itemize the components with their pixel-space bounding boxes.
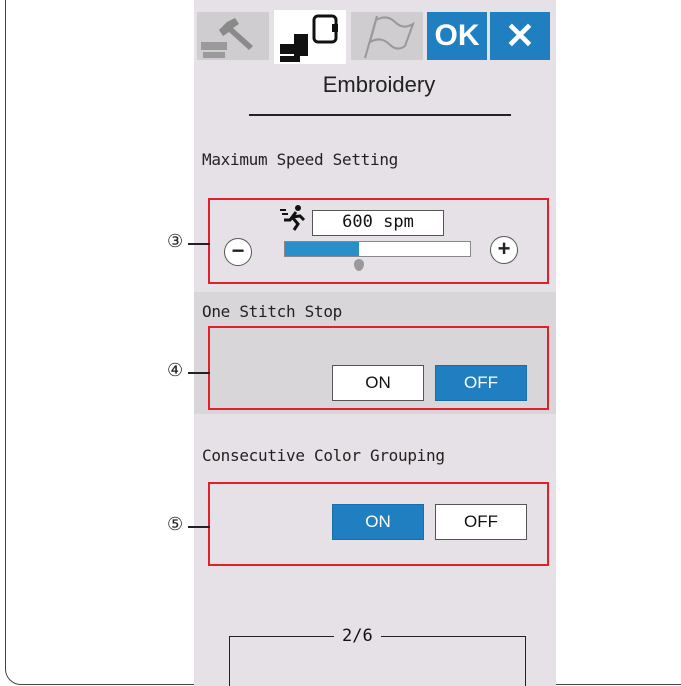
one-stitch-off-button[interactable]: OFF bbox=[435, 365, 527, 401]
color-grouping-on-button[interactable]: ON bbox=[332, 504, 424, 540]
page-title: Embroidery bbox=[322, 72, 436, 97]
callout-5-leader bbox=[188, 526, 210, 528]
wrench-machine-icon bbox=[201, 18, 253, 58]
speed-minus-button[interactable]: − bbox=[224, 238, 252, 266]
tab-language-flag[interactable] bbox=[351, 12, 423, 60]
title-underline bbox=[249, 114, 511, 116]
speed-plus-button[interactable]: + bbox=[490, 236, 518, 264]
callout-4: ④ bbox=[167, 360, 184, 380]
ok-button[interactable]: OK bbox=[427, 12, 487, 60]
screen: OK ✕ Embroidery Maximum Speed Setting 60… bbox=[194, 0, 556, 686]
tab-wrench-settings[interactable] bbox=[197, 12, 269, 60]
tab-bar: OK ✕ bbox=[194, 0, 556, 64]
embroidery-machine-icon bbox=[280, 14, 338, 62]
speed-slider-thumb[interactable] bbox=[353, 259, 364, 271]
color-grouping-label: Consecutive Color Grouping bbox=[202, 446, 445, 465]
running-man-icon bbox=[280, 205, 306, 231]
callout-3: ③ bbox=[167, 231, 184, 251]
tab-embroidery-settings[interactable] bbox=[274, 10, 346, 64]
speed-slider[interactable] bbox=[284, 241, 471, 257]
one-stitch-on-button[interactable]: ON bbox=[332, 365, 424, 401]
callout-5: ⑤ bbox=[167, 514, 184, 534]
speed-slider-fill bbox=[285, 242, 359, 256]
callout-4-leader bbox=[188, 372, 210, 374]
speed-value-display: 600 spm bbox=[312, 210, 444, 236]
color-grouping-off-button[interactable]: OFF bbox=[435, 504, 527, 540]
one-stitch-label: One Stitch Stop bbox=[202, 302, 342, 321]
page-indicator: 2/6 bbox=[334, 626, 381, 646]
flag-icon bbox=[364, 15, 415, 59]
callout-3-leader bbox=[188, 243, 210, 245]
close-button[interactable]: ✕ bbox=[490, 12, 550, 60]
max-speed-label: Maximum Speed Setting bbox=[202, 150, 398, 169]
